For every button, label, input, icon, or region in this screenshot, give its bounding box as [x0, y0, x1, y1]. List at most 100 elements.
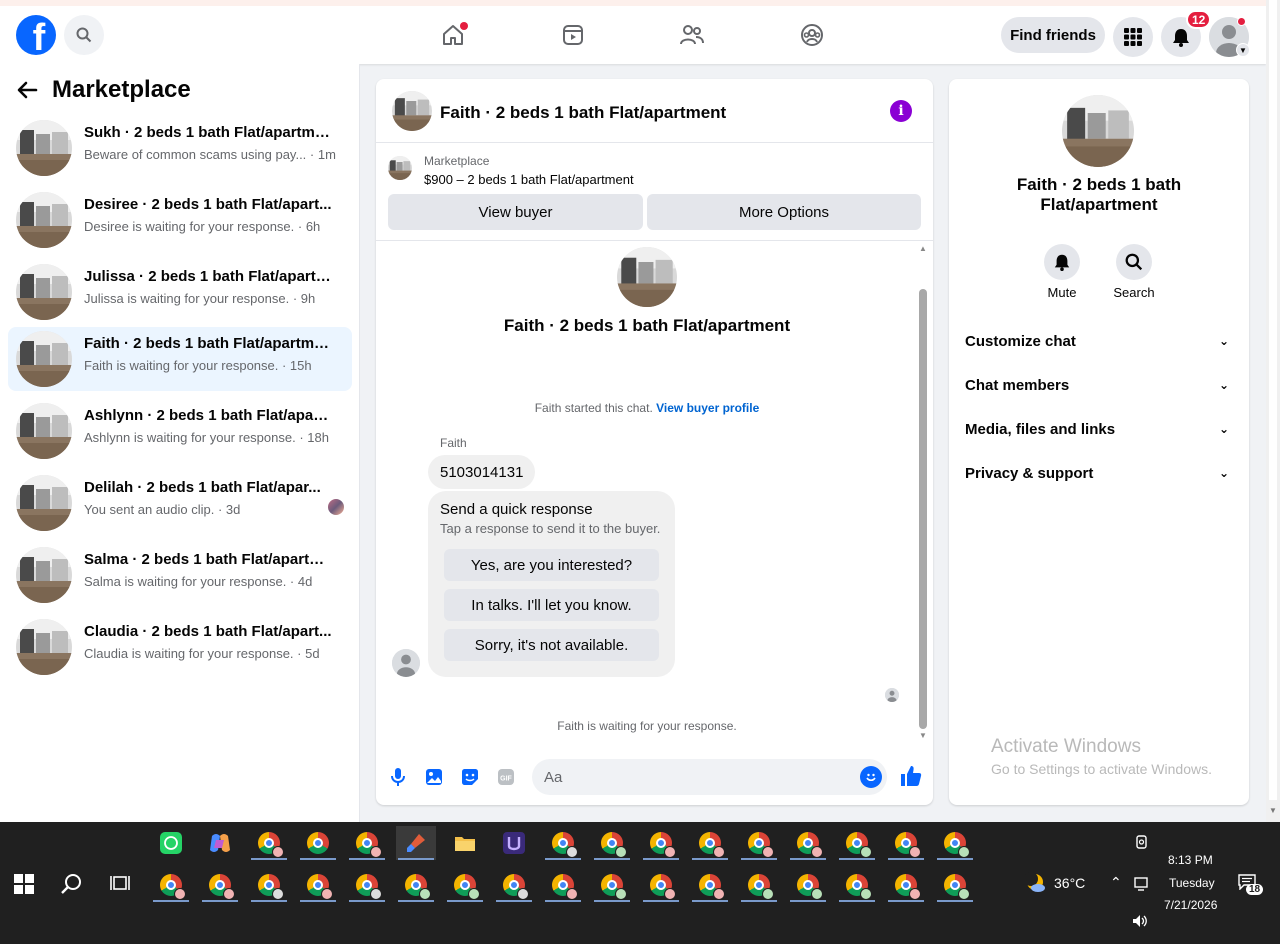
whatsapp-taskbar-app[interactable] [151, 826, 191, 860]
gif-button[interactable]: GIF [496, 767, 516, 787]
nav-reels[interactable] [556, 18, 590, 52]
view-buyer-button[interactable]: View buyer [388, 194, 643, 230]
chrome-taskbar-app[interactable] [543, 826, 583, 860]
chrome-taskbar-app[interactable] [396, 868, 436, 902]
network-icon[interactable] [1134, 876, 1150, 895]
nav-groups[interactable] [795, 18, 829, 52]
chrome-taskbar-app[interactable] [935, 868, 975, 902]
find-friends-button[interactable]: Find friends [1001, 17, 1105, 53]
profile-notification-dot [1237, 17, 1246, 26]
search-in-chat-button[interactable]: Search [1104, 244, 1164, 300]
chrome-taskbar-app[interactable] [151, 868, 191, 902]
conversation-item[interactable]: Sukh · 2 beds 1 bath Flat/apartment Bewa… [8, 116, 352, 180]
search-button[interactable] [64, 15, 104, 55]
chrome-taskbar-app[interactable] [347, 826, 387, 860]
paint-brush-icon [407, 834, 425, 852]
scroll-up-arrow[interactable]: ▲ [919, 244, 927, 253]
chrome-taskbar-app[interactable] [837, 826, 877, 860]
sticker-button[interactable] [460, 767, 480, 787]
conversation-item[interactable]: Ashlynn · 2 beds 1 bath Flat/apart... As… [8, 399, 352, 463]
listing-thumbnail[interactable] [392, 91, 432, 131]
details-title: Faith · 2 beds 1 bath Flat/apartment [1016, 175, 1182, 214]
page-scrollbar-thumb[interactable] [1269, 0, 1277, 800]
chat-members-row[interactable]: Chat members ⌄ [965, 363, 1233, 407]
microphone-button[interactable] [388, 767, 408, 787]
paint-taskbar-app[interactable] [396, 826, 436, 860]
chrome-taskbar-app[interactable] [739, 868, 779, 902]
search-icon [61, 874, 81, 894]
chrome-taskbar-app[interactable] [592, 868, 632, 902]
info-icon[interactable]: i [890, 100, 912, 122]
nav-home[interactable] [436, 18, 470, 52]
chat-scrollbar[interactable] [919, 289, 927, 729]
customize-chat-row[interactable]: Customize chat ⌄ [965, 319, 1233, 363]
conversation-item-active[interactable]: Faith · 2 beds 1 bath Flat/apartment Fai… [8, 327, 352, 391]
chat-title[interactable]: Faith · 2 beds 1 bath Flat/apartment [440, 103, 726, 123]
chrome-taskbar-app[interactable] [788, 826, 828, 860]
chrome-taskbar-app[interactable] [788, 868, 828, 902]
clock-day[interactable]: Tuesday [1169, 876, 1215, 890]
chrome-taskbar-app[interactable] [886, 868, 926, 902]
nav-friends[interactable] [675, 18, 709, 52]
more-options-button[interactable]: More Options [647, 194, 921, 230]
weather-widget[interactable]: 36°C [1024, 872, 1085, 894]
chrome-taskbar-app[interactable] [445, 868, 485, 902]
chrome-taskbar-app[interactable] [249, 868, 289, 902]
chrome-taskbar-app[interactable] [494, 868, 534, 902]
conversation-item[interactable]: Claudia · 2 beds 1 bath Flat/apart... Cl… [8, 615, 352, 679]
page-scrollbar[interactable]: ▼ [1266, 0, 1280, 822]
conversation-item[interactable]: Julissa · 2 beds 1 bath Flat/apartm... J… [8, 260, 352, 324]
taskbar-search-button[interactable] [60, 872, 84, 901]
scroll-down-arrow[interactable]: ▼ [1269, 806, 1277, 815]
chrome-taskbar-app[interactable] [641, 868, 681, 902]
chrome-taskbar-app[interactable] [641, 826, 681, 860]
meet-now-icon[interactable] [1134, 834, 1150, 853]
view-buyer-profile-link[interactable]: View buyer profile [656, 401, 759, 415]
conversation-item[interactable]: Desiree · 2 beds 1 bath Flat/apart... De… [8, 188, 352, 252]
quick-response-button[interactable]: Sorry, it's not available. [444, 629, 659, 661]
media-files-links-row[interactable]: Media, files and links ⌄ [965, 407, 1233, 451]
emoji-icon[interactable] [860, 766, 882, 788]
chrome-taskbar-app[interactable] [690, 826, 730, 860]
quick-response-button[interactable]: In talks. I'll let you know. [444, 589, 659, 621]
chrome-taskbar-app[interactable] [886, 826, 926, 860]
chrome-taskbar-app[interactable] [200, 868, 240, 902]
thumbs-up-icon[interactable] [898, 763, 924, 789]
clock-date[interactable]: 7/21/2026 [1164, 898, 1217, 912]
file-explorer-taskbar-app[interactable] [445, 826, 485, 860]
message-input[interactable]: Aa [532, 759, 887, 795]
app-taskbar-app[interactable] [494, 826, 534, 860]
chrome-taskbar-app[interactable] [837, 868, 877, 902]
mute-button[interactable]: Mute [1032, 244, 1092, 300]
conversation-item[interactable]: Salma · 2 beds 1 bath Flat/apartme... Sa… [8, 543, 352, 607]
message-bubble[interactable]: 5103014131 [428, 455, 536, 489]
chrome-taskbar-app[interactable] [935, 826, 975, 860]
chrome-taskbar-app[interactable] [249, 826, 289, 860]
copilot-taskbar-app[interactable] [200, 826, 240, 860]
chrome-taskbar-app[interactable] [690, 868, 730, 902]
chevron-up-icon[interactable]: ⌃ [1110, 874, 1122, 891]
chevron-down-icon[interactable]: ▼ [1236, 43, 1250, 57]
quick-response-button[interactable]: Yes, are you interested? [444, 549, 659, 581]
task-view-button[interactable] [110, 874, 130, 897]
chrome-taskbar-app[interactable] [347, 868, 387, 902]
listing-price[interactable]: $900 – 2 beds 1 bath Flat/apartment [424, 172, 634, 187]
chrome-taskbar-app[interactable] [298, 826, 338, 860]
privacy-support-row[interactable]: Privacy & support ⌄ [965, 451, 1233, 495]
menu-button[interactable] [1113, 17, 1153, 57]
sender-avatar[interactable] [392, 649, 420, 677]
chat-started-notice: Faith started this chat. View buyer prof… [376, 401, 918, 415]
listing-thumbnail[interactable] [1062, 95, 1134, 167]
chrome-taskbar-app[interactable] [298, 868, 338, 902]
chrome-taskbar-app[interactable] [543, 868, 583, 902]
conversation-item[interactable]: Delilah · 2 beds 1 bath Flat/apar... You… [8, 471, 352, 535]
clock-time[interactable]: 8:13 PM [1168, 853, 1213, 867]
chrome-taskbar-app[interactable] [592, 826, 632, 860]
facebook-logo[interactable]: f [16, 15, 56, 55]
photo-button[interactable] [424, 767, 444, 787]
scroll-down-arrow[interactable]: ▼ [919, 731, 927, 740]
back-arrow-icon[interactable] [16, 80, 38, 100]
chrome-taskbar-app[interactable] [739, 826, 779, 860]
windows-start-button[interactable] [14, 874, 34, 894]
volume-icon[interactable] [1132, 914, 1148, 931]
